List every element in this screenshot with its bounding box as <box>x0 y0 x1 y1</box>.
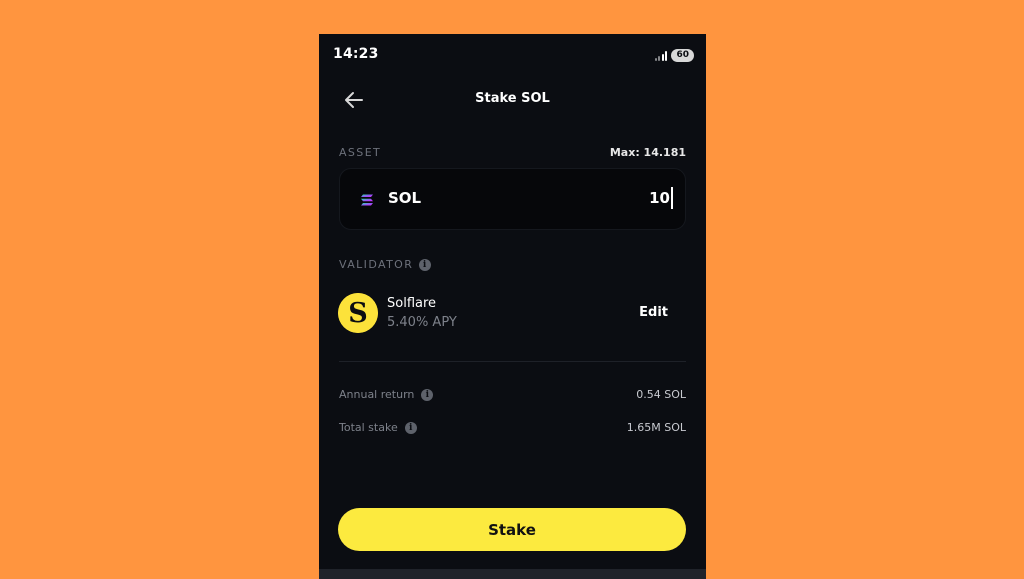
text-cursor <box>671 187 673 209</box>
total-stake-label: Total stake i <box>339 421 417 434</box>
phone-screen: 14:23 60 Stake SOL ASSET Max: 14.181 SOL… <box>319 34 706 579</box>
status-indicators: 60 <box>654 49 694 62</box>
total-stake-label-text: Total stake <box>339 421 398 434</box>
info-icon[interactable]: i <box>419 258 432 271</box>
divider <box>339 361 686 362</box>
max-amount-button[interactable]: Max: 14.181 <box>610 146 686 159</box>
page-title: Stake SOL <box>475 91 550 106</box>
validator-name: Solflare <box>387 296 437 311</box>
validator-label-text: VALIDATOR <box>339 258 414 271</box>
amount-value: 10 <box>649 189 670 207</box>
annual-return-row: Annual return i 0.54 SOL <box>339 388 686 401</box>
annual-return-label-text: Annual return <box>339 388 415 401</box>
bottom-bar <box>319 569 706 579</box>
info-icon[interactable]: i <box>421 388 434 401</box>
logo-letter: S <box>348 298 368 329</box>
solflare-logo-icon: S <box>338 293 378 333</box>
annual-return-value: 0.54 SOL <box>636 388 686 401</box>
amount-field[interactable]: 10 <box>649 187 673 209</box>
solana-icon <box>361 194 373 206</box>
total-stake-value: 1.65M SOL <box>626 421 686 434</box>
total-stake-row: Total stake i 1.65M SOL <box>339 421 686 434</box>
battery-icon: 60 <box>671 49 694 62</box>
validator-section-label: VALIDATOR i <box>339 258 432 271</box>
asset-label-text: ASSET <box>339 146 382 159</box>
annual-return-label: Annual return i <box>339 388 434 401</box>
asset-section-label: ASSET <box>339 146 381 159</box>
stake-button[interactable]: Stake <box>338 508 686 551</box>
status-time: 14:23 <box>333 46 379 62</box>
info-icon[interactable]: i <box>404 421 417 434</box>
asset-amount-input[interactable]: SOL 10 <box>339 168 686 230</box>
edit-validator-button[interactable]: Edit <box>639 305 668 320</box>
validator-apy: 5.40% APY <box>387 315 457 330</box>
asset-name: SOL <box>388 189 422 207</box>
signal-icon <box>654 50 668 61</box>
